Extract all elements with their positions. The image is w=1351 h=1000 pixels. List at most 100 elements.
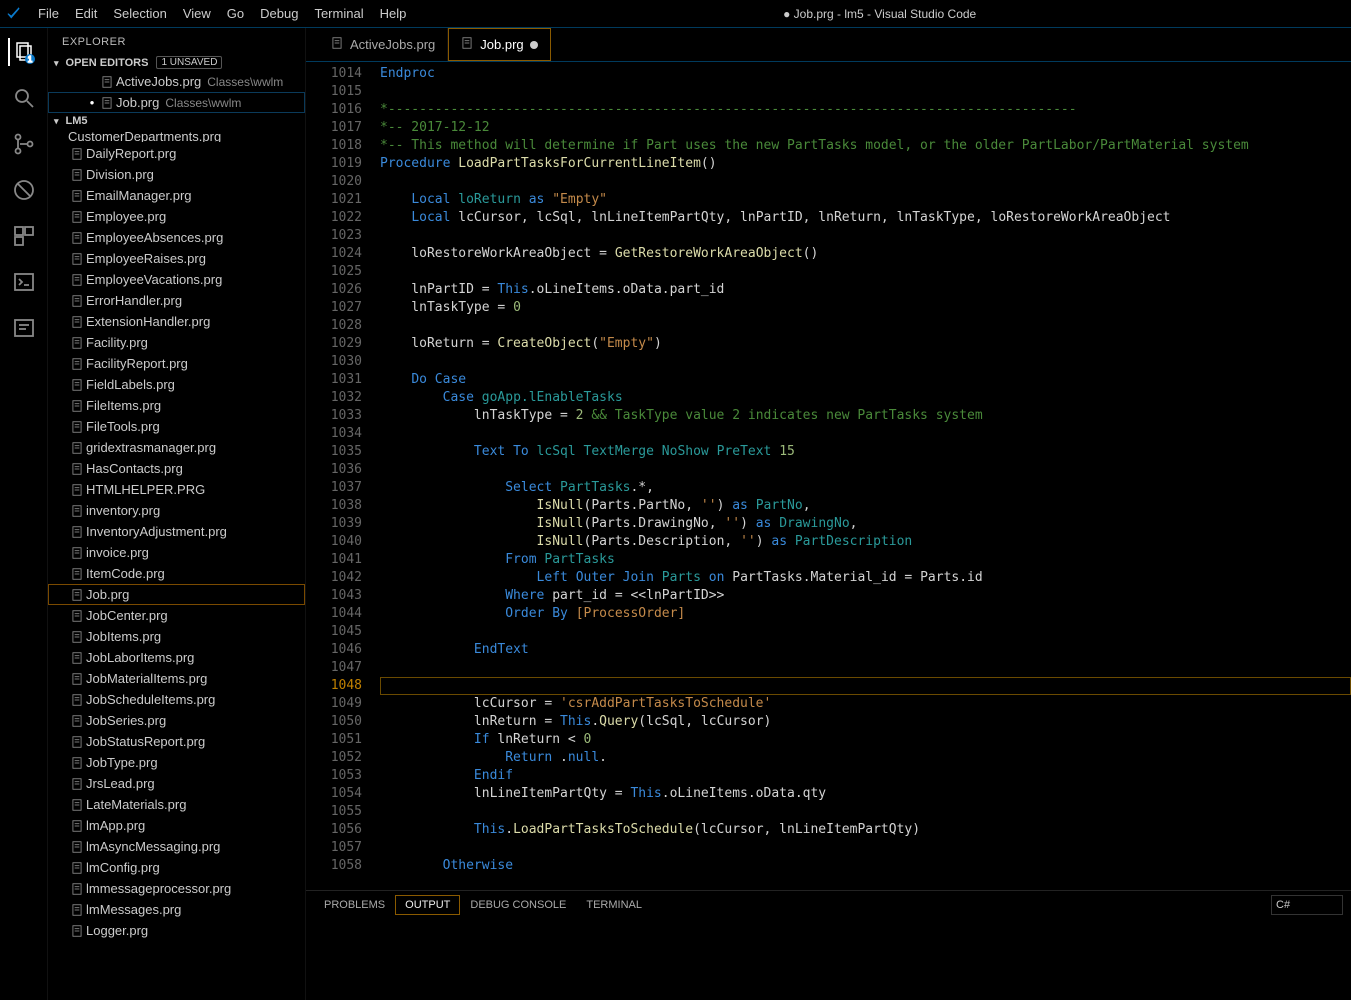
code-line[interactable]: *-- This method will determine if Part u… xyxy=(380,137,1351,155)
file-item[interactable]: CustomerDepartments.prg xyxy=(48,129,305,143)
file-item[interactable]: JobCenter.prg xyxy=(48,605,305,626)
project-header[interactable]: LM5 xyxy=(48,113,305,129)
code-line[interactable]: Endif xyxy=(380,767,1351,785)
code-line[interactable]: EndText xyxy=(380,641,1351,659)
code-line[interactable]: Local lcCursor, lcSql, lnLineItemPartQty… xyxy=(380,209,1351,227)
panel-tab-problems[interactable]: PROBLEMS xyxy=(314,895,395,915)
editor-tab[interactable]: ActiveJobs.prg xyxy=(318,28,448,61)
file-item[interactable]: DailyReport.prg xyxy=(48,143,305,164)
file-item[interactable]: gridextrasmanager.prg xyxy=(48,437,305,458)
code-line[interactable]: Do Case xyxy=(380,371,1351,389)
code-content[interactable]: Endproc *-------------------------------… xyxy=(380,62,1351,890)
menu-file[interactable]: File xyxy=(30,2,67,25)
code-line[interactable] xyxy=(380,659,1351,677)
file-item[interactable]: JrsLead.prg xyxy=(48,773,305,794)
menu-view[interactable]: View xyxy=(175,2,219,25)
menu-go[interactable]: Go xyxy=(219,2,252,25)
code-line[interactable] xyxy=(380,83,1351,101)
menu-help[interactable]: Help xyxy=(372,2,415,25)
code-line[interactable] xyxy=(380,623,1351,641)
code-line[interactable]: From PartTasks xyxy=(380,551,1351,569)
code-line[interactable]: lnLineItemPartQty = This.oLineItems.oDat… xyxy=(380,785,1351,803)
code-line[interactable]: Endproc xyxy=(380,65,1351,83)
menu-terminal[interactable]: Terminal xyxy=(306,2,371,25)
file-item[interactable]: FileTools.prg xyxy=(48,416,305,437)
terminal-icon[interactable] xyxy=(10,268,38,296)
source-control-icon[interactable] xyxy=(10,130,38,158)
code-area[interactable]: 1014101510161017101810191020102110221023… xyxy=(306,62,1351,890)
code-line[interactable]: Procedure LoadPartTasksForCurrentLineIte… xyxy=(380,155,1351,173)
code-line[interactable]: Left Outer Join Parts on PartTasks.Mater… xyxy=(380,569,1351,587)
file-item[interactable]: lmConfig.prg xyxy=(48,857,305,878)
code-line[interactable]: If lnReturn < 0 xyxy=(380,731,1351,749)
code-line[interactable]: lnReturn = This.Query(lcSql, lcCursor) xyxy=(380,713,1351,731)
panel-tab-terminal[interactable]: TERMINAL xyxy=(576,895,652,915)
file-item[interactable]: ExtensionHandler.prg xyxy=(48,311,305,332)
file-item[interactable]: EmailManager.prg xyxy=(48,185,305,206)
code-line[interactable] xyxy=(380,263,1351,281)
file-item[interactable]: JobSeries.prg xyxy=(48,710,305,731)
code-line[interactable]: IsNull(Parts.DrawingNo, '') as DrawingNo… xyxy=(380,515,1351,533)
file-item[interactable]: Facility.prg xyxy=(48,332,305,353)
file-item[interactable]: LateMaterials.prg xyxy=(48,794,305,815)
code-line[interactable]: This.LoadPartTasksToSchedule(lcCursor, l… xyxy=(380,821,1351,839)
code-line[interactable] xyxy=(380,461,1351,479)
code-line[interactable]: loReturn = CreateObject("Empty") xyxy=(380,335,1351,353)
file-item[interactable]: ItemCode.prg xyxy=(48,563,305,584)
file-item[interactable]: JobScheduleItems.prg xyxy=(48,689,305,710)
explorer-icon[interactable]: 1 xyxy=(8,38,38,66)
code-line[interactable] xyxy=(380,425,1351,443)
file-item[interactable]: EmployeeRaises.prg xyxy=(48,248,305,269)
open-editors-header[interactable]: OPEN EDITORS 1 UNSAVED xyxy=(48,54,305,71)
file-item[interactable]: HasContacts.prg xyxy=(48,458,305,479)
file-item[interactable]: EmployeeAbsences.prg xyxy=(48,227,305,248)
code-line[interactable]: Where part_id = <<lnPartID>> xyxy=(380,587,1351,605)
open-editor-item[interactable]: ActiveJobs.prgClasses\wwlm xyxy=(48,71,305,92)
code-line[interactable]: lnTaskType = 2 && TaskType value 2 indic… xyxy=(380,407,1351,425)
extensions-icon[interactable] xyxy=(10,222,38,250)
code-line[interactable] xyxy=(380,353,1351,371)
file-item[interactable]: lmmessageprocessor.prg xyxy=(48,878,305,899)
code-line[interactable]: lcCursor = 'csrAddPartTasksToSchedule' xyxy=(380,695,1351,713)
file-item[interactable]: lmMessages.prg xyxy=(48,899,305,920)
open-editor-item[interactable]: ●Job.prgClasses\wwlm xyxy=(48,92,305,113)
file-item[interactable]: FileItems.prg xyxy=(48,395,305,416)
file-item[interactable]: JobType.prg xyxy=(48,752,305,773)
code-line[interactable] xyxy=(380,839,1351,857)
code-line[interactable]: Case goApp.lEnableTasks xyxy=(380,389,1351,407)
file-item[interactable]: EmployeeVacations.prg xyxy=(48,269,305,290)
menu-edit[interactable]: Edit xyxy=(67,2,105,25)
code-line[interactable] xyxy=(380,227,1351,245)
code-line[interactable] xyxy=(380,173,1351,191)
file-item[interactable]: ErrorHandler.prg xyxy=(48,290,305,311)
file-item[interactable]: lmApp.prg xyxy=(48,815,305,836)
code-line[interactable]: loRestoreWorkAreaObject = GetRestoreWork… xyxy=(380,245,1351,263)
file-item[interactable]: JobMaterialItems.prg xyxy=(48,668,305,689)
file-item[interactable]: inventory.prg xyxy=(48,500,305,521)
file-item[interactable]: JobLaborItems.prg xyxy=(48,647,305,668)
menu-selection[interactable]: Selection xyxy=(105,2,174,25)
file-item[interactable]: FieldLabels.prg xyxy=(48,374,305,395)
search-icon[interactable] xyxy=(10,84,38,112)
code-line[interactable]: Text To lcSql TextMerge NoShow PreText 1… xyxy=(380,443,1351,461)
code-line[interactable]: Order By [ProcessOrder] xyxy=(380,605,1351,623)
code-line[interactable]: IsNull(Parts.Description, '') as PartDes… xyxy=(380,533,1351,551)
code-line[interactable]: Return .null. xyxy=(380,749,1351,767)
file-item[interactable]: HTMLHELPER.PRG xyxy=(48,479,305,500)
debug-icon[interactable] xyxy=(10,176,38,204)
file-item[interactable]: JobStatusReport.prg xyxy=(48,731,305,752)
code-line[interactable]: Select PartTasks.*, xyxy=(380,479,1351,497)
code-line[interactable] xyxy=(380,677,1351,695)
panel-tab-debug-console[interactable]: DEBUG CONSOLE xyxy=(460,895,576,915)
code-line[interactable]: *-- 2017-12-12 xyxy=(380,119,1351,137)
file-item[interactable]: FacilityReport.prg xyxy=(48,353,305,374)
file-item[interactable]: Employee.prg xyxy=(48,206,305,227)
file-item[interactable]: lmAsyncMessaging.prg xyxy=(48,836,305,857)
code-line[interactable] xyxy=(380,317,1351,335)
file-item[interactable]: Job.prg xyxy=(48,584,305,605)
output-icon[interactable] xyxy=(10,314,38,342)
code-line[interactable]: Local loReturn as "Empty" xyxy=(380,191,1351,209)
code-line[interactable]: *---------------------------------------… xyxy=(380,101,1351,119)
file-item[interactable]: Division.prg xyxy=(48,164,305,185)
code-line[interactable]: Otherwise xyxy=(380,857,1351,875)
